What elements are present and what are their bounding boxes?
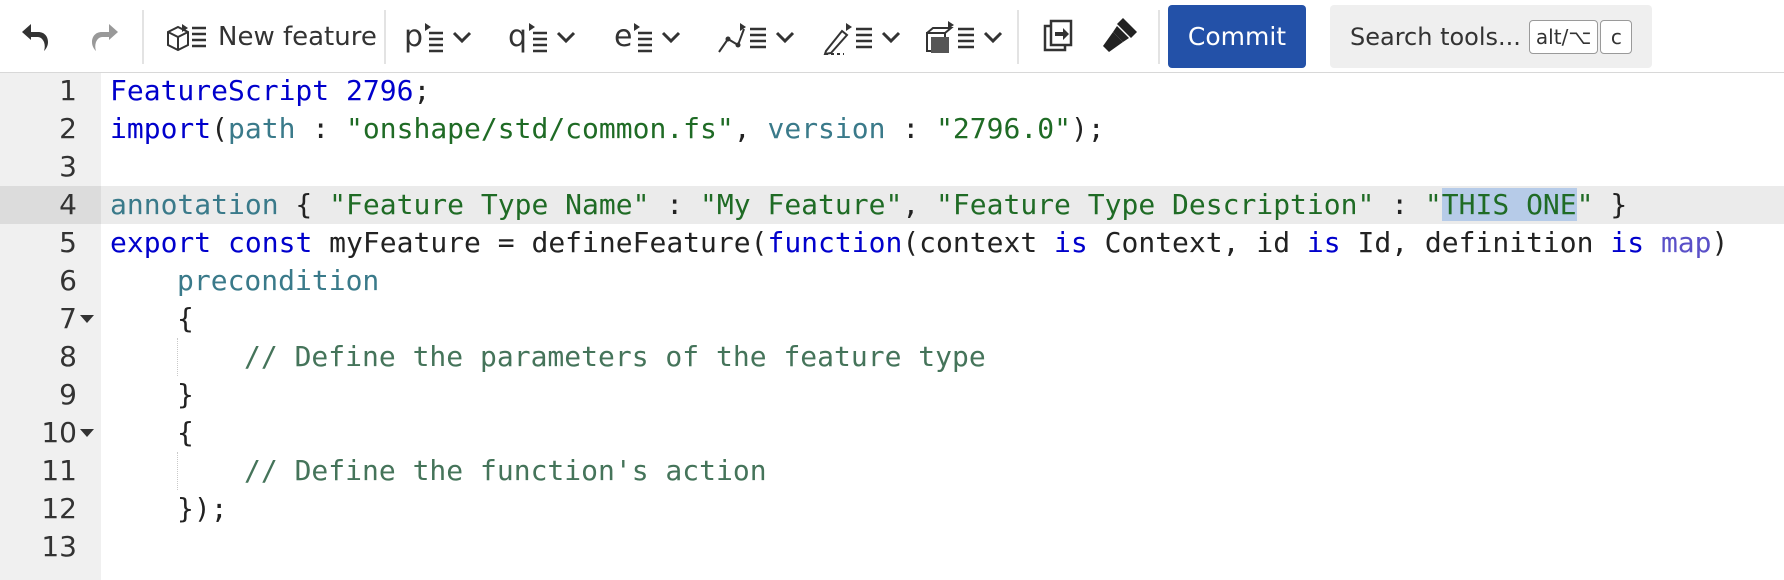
feature-list-icon [926, 21, 974, 53]
code-line[interactable]: 3 [0, 148, 1784, 186]
copy-feature-button[interactable] [1040, 16, 1076, 56]
search-tools-placeholder: Search tools... [1350, 22, 1521, 51]
code-line[interactable]: 12 }); [0, 490, 1784, 528]
toolbar-separator [1017, 10, 1019, 64]
code-line[interactable]: 5 export const myFeature = defineFeature… [0, 224, 1784, 262]
code-line[interactable]: 10 { [0, 414, 1784, 452]
code-line[interactable]: 6 precondition [0, 262, 1784, 300]
insert-sketch-button[interactable] [716, 16, 796, 58]
code-comment: // Define the function's action [244, 454, 767, 487]
sketch-list-icon [718, 23, 766, 53]
fold-arrow-icon[interactable] [80, 429, 94, 437]
new-feature-button[interactable]: New feature [158, 14, 383, 60]
undo-button[interactable] [18, 18, 54, 54]
code-line[interactable]: 1 FeatureScript 2796; [0, 72, 1784, 110]
text-selection: THIS ONE [1441, 188, 1577, 221]
insert-query-glyph: q [508, 19, 528, 54]
toolbar-separator [384, 10, 386, 64]
clipboard-copy-icon [1043, 19, 1073, 52]
line-number: 13 [41, 530, 77, 563]
chevron-down-icon [556, 31, 576, 44]
insert-enum-button[interactable]: e [614, 16, 682, 58]
list-icon [425, 23, 444, 53]
insert-parameter-button[interactable]: p [404, 16, 473, 58]
code-line[interactable]: 9 } [0, 376, 1784, 414]
insert-parameter-glyph: p [404, 19, 424, 54]
code-line[interactable]: 11 // Define the function's action [0, 452, 1784, 490]
fold-arrow-icon[interactable] [80, 315, 94, 323]
line-number: 8 [59, 340, 77, 373]
list-icon [529, 23, 548, 53]
insert-query-button[interactable]: q [508, 16, 577, 58]
toolbar-separator [142, 10, 144, 64]
chevron-down-icon [775, 31, 795, 44]
line-number: 5 [59, 226, 77, 259]
list-icon [634, 23, 653, 53]
new-feature-label: New feature [218, 22, 377, 52]
code-line[interactable]: 2 import(path : "onshape/std/common.fs",… [0, 110, 1784, 148]
line-number: 6 [59, 264, 77, 297]
paintbrush-icon [1103, 18, 1137, 52]
redo-icon [92, 24, 118, 51]
code-comment: // Define the parameters of the feature … [244, 340, 986, 373]
toolbar-separator [1158, 10, 1160, 64]
insert-feature-button[interactable] [924, 16, 1004, 58]
chevron-down-icon [983, 31, 1003, 44]
indent-guide [177, 452, 178, 490]
commit-button[interactable]: Commit [1168, 5, 1306, 68]
format-code-button[interactable] [1100, 14, 1140, 56]
line-number: 11 [41, 454, 77, 487]
line-number: 3 [59, 150, 77, 183]
line-number: 12 [41, 492, 77, 525]
cube-list-icon [167, 24, 206, 52]
line-number: 2 [59, 112, 77, 145]
shortcut-key-alt: alt/⌥ [1528, 19, 1599, 54]
insert-geometry-button[interactable] [822, 16, 902, 58]
line-number: 7 [59, 302, 77, 335]
line-number: 9 [59, 378, 77, 411]
line-number: 10 [41, 416, 77, 449]
code-line[interactable]: 7 { [0, 300, 1784, 338]
code-line[interactable]: 4 annotation { "Feature Type Name" : "My… [0, 186, 1784, 224]
shortcut-key-c: c [1600, 19, 1633, 54]
line-number: 4 [59, 188, 77, 221]
code-line[interactable]: 8 // Define the parameters of the featur… [0, 338, 1784, 376]
line-number: 1 [59, 74, 77, 107]
chevron-down-icon [881, 31, 901, 44]
undo-icon [22, 24, 48, 51]
indent-guide [177, 338, 178, 376]
chevron-down-icon [662, 31, 681, 44]
redo-button[interactable] [86, 18, 122, 54]
search-tools-input[interactable]: Search tools... alt/⌥ c [1330, 5, 1652, 68]
toolbar: New feature p q e Commit Search tools...… [0, 0, 1784, 73]
chevron-down-icon [452, 31, 472, 44]
pencil-list-icon [823, 23, 872, 55]
code-line[interactable]: 13 [0, 528, 1784, 566]
insert-enum-glyph: e [614, 19, 633, 54]
